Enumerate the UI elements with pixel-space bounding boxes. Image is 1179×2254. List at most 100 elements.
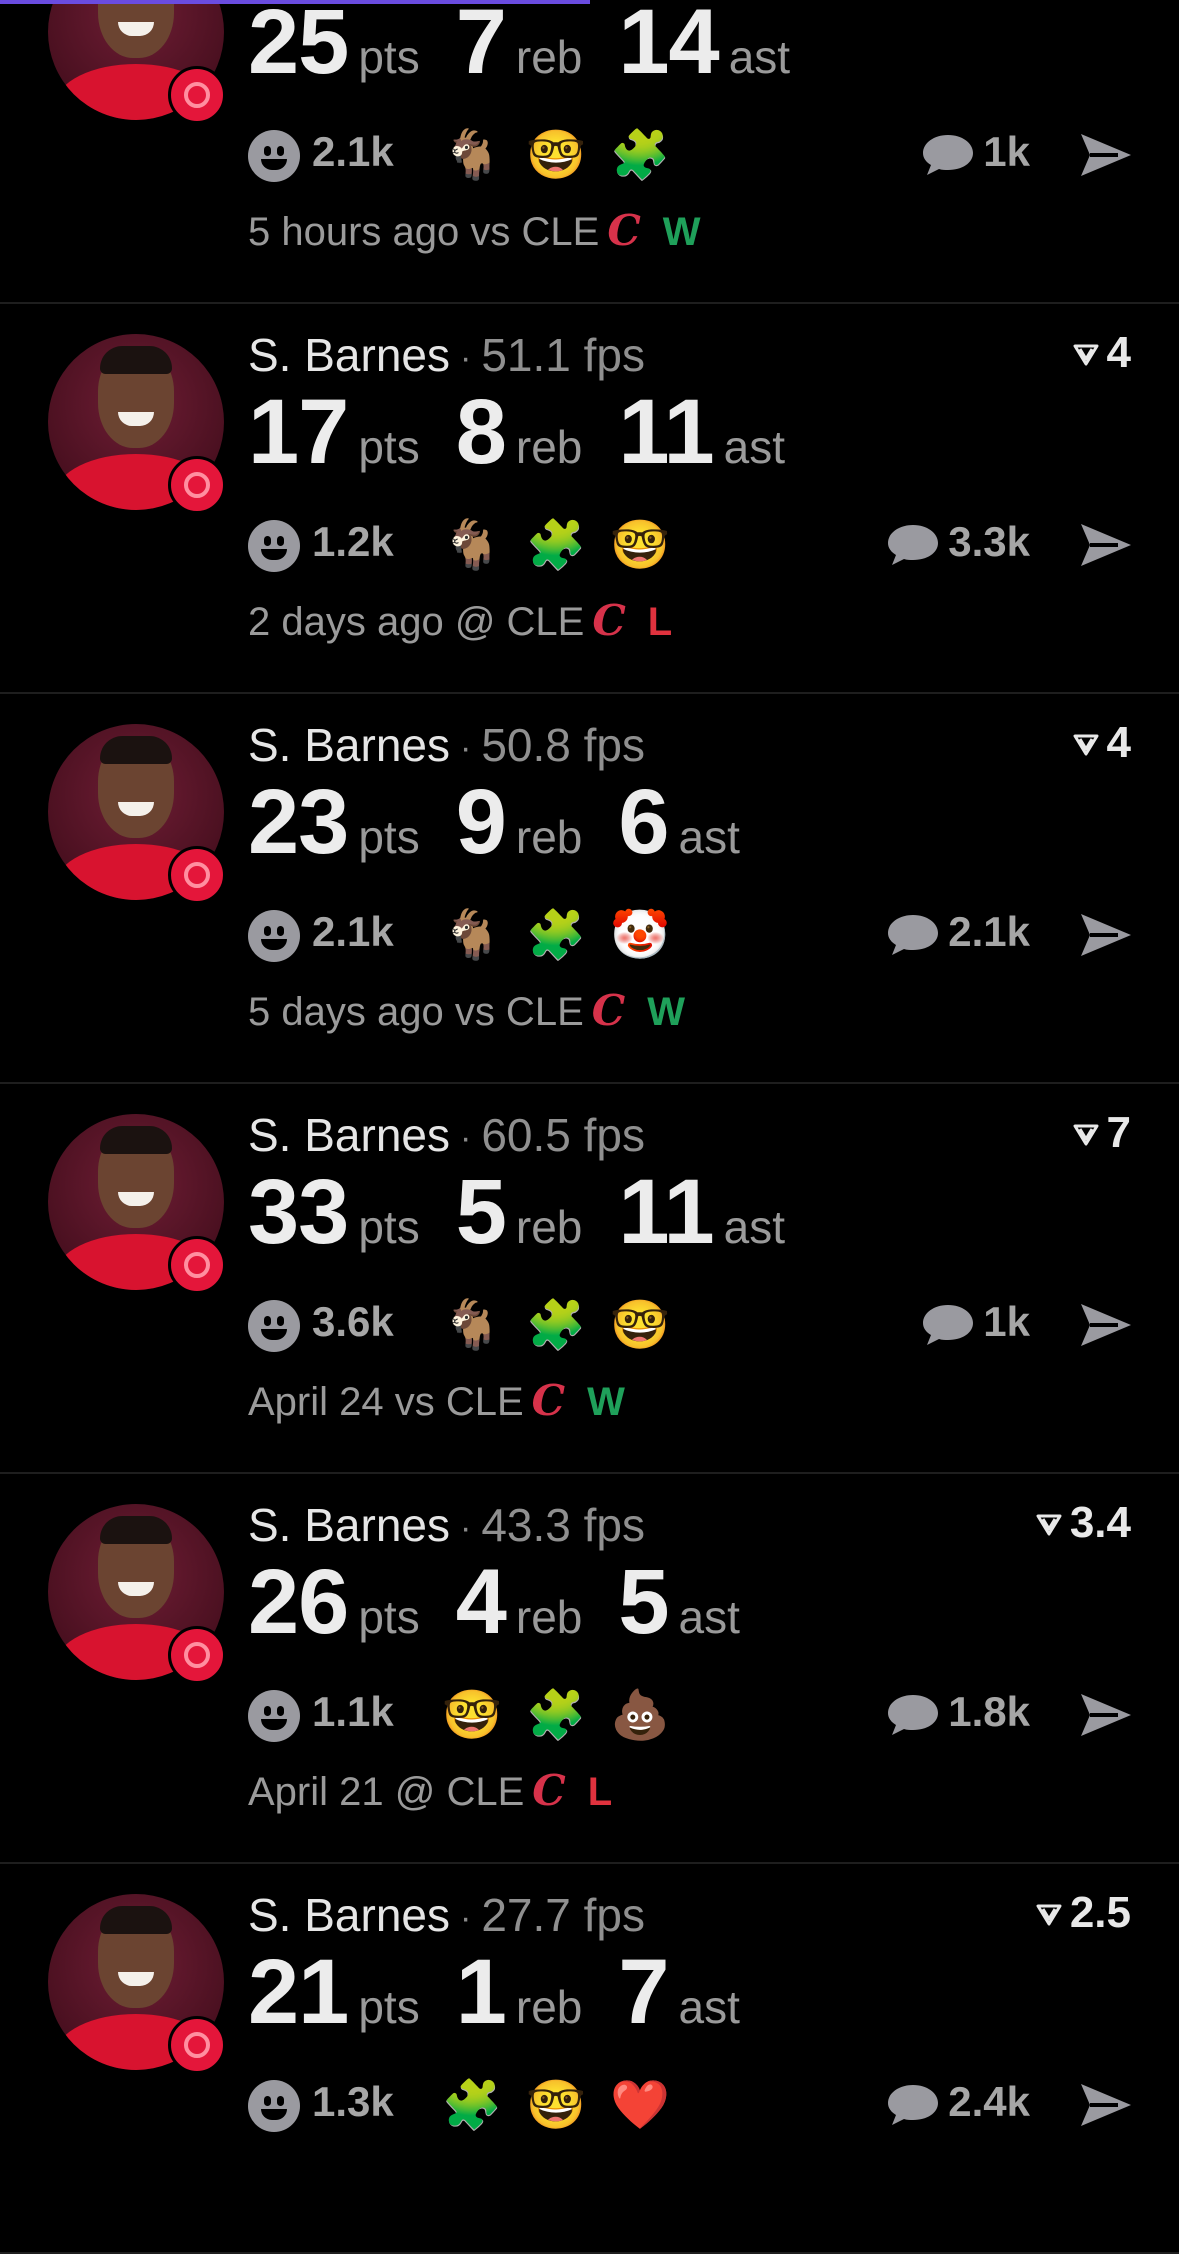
cavaliers-logo-icon: C [532, 1766, 566, 1815]
player-header: S. Barnes · 60.5 fps [248, 1108, 645, 1162]
send-icon[interactable] [1078, 520, 1134, 570]
reaction-bar: 3.6k 🐐 🧩 🤓 1k [248, 1296, 1134, 1356]
reaction-count: 2.1k [312, 908, 394, 955]
stat-unit: reb [515, 1201, 583, 1253]
send-icon[interactable] [1078, 910, 1134, 960]
rating-badge[interactable]: 4 [1073, 328, 1131, 378]
send-icon[interactable] [1078, 1300, 1134, 1350]
comments-button[interactable]: 2.4k [886, 2078, 1030, 2127]
game-post-card[interactable]: S. Barnes · 43.3 fps 3.4 26 pts 4 reb 5 ast 1.1… [0, 1474, 1179, 1864]
fantasy-points: 60.5 fps [481, 1109, 646, 1161]
stat-ast: 11 ast [618, 1160, 785, 1265]
reaction-emoji[interactable]: 🤡 [598, 906, 682, 963]
rating-badge[interactable]: 3.4 [1036, 1498, 1131, 1548]
smiley-icon[interactable] [248, 130, 300, 182]
smiley-icon[interactable] [248, 1690, 300, 1742]
reaction-emoji[interactable]: 🤓 [514, 2076, 598, 2133]
comments-button[interactable]: 1k [921, 1298, 1030, 1347]
reaction-emoji[interactable]: 🐐 [430, 126, 514, 183]
separator-dot: · [460, 1899, 472, 1938]
reaction-emojis[interactable]: 🤓 🧩 💩 [430, 1686, 682, 1743]
reaction-emoji[interactable]: 🧩 [598, 126, 682, 183]
game-post-card[interactable]: S. Barnes · 27.7 fps 2.5 21 pts 1 reb 7 ast 1.3… [0, 1864, 1179, 2254]
rating-badge[interactable]: 7 [1073, 1108, 1131, 1158]
stat-value: 11 [618, 381, 714, 483]
game-post-card[interactable]: S. Barnes · 60.5 fps 7 33 pts 5 reb 11 ast 3.6k… [0, 1084, 1179, 1474]
raptors-logo-icon [168, 1236, 226, 1294]
reaction-emoji[interactable]: 🐐 [430, 906, 514, 963]
reaction-emoji[interactable]: 🤓 [598, 1296, 682, 1353]
progress-bar [0, 0, 590, 4]
game-post-card[interactable]: S. Barnes · 50.8 fps 4 23 pts 9 reb 6 ast 2.1k … [0, 694, 1179, 1084]
reaction-emoji[interactable]: 🧩 [514, 516, 598, 573]
game-result: L [587, 1770, 613, 1814]
reaction-emoji[interactable]: 🧩 [514, 906, 598, 963]
cavaliers-logo-icon: C [591, 986, 626, 1035]
comment-count: 1.8k [948, 1688, 1030, 1735]
stat-value: 8 [455, 381, 507, 483]
reaction-emoji[interactable]: 💩 [598, 1686, 682, 1743]
reaction-count: 2.1k [312, 128, 394, 175]
stat-value: 5 [455, 1161, 507, 1263]
smiley-icon[interactable] [248, 1300, 300, 1352]
comment-count: 2.1k [948, 908, 1030, 955]
reaction-count: 1.3k [312, 2078, 394, 2125]
smiley-icon[interactable] [248, 910, 300, 962]
stat-unit: ast [678, 1591, 740, 1643]
comments-button[interactable]: 1.8k [886, 1688, 1030, 1737]
raptors-logo-icon [168, 66, 226, 124]
send-icon[interactable] [1078, 1690, 1134, 1740]
reaction-emoji[interactable]: ❤️ [598, 2076, 682, 2133]
rating-value: 4 [1106, 718, 1131, 767]
send-icon[interactable] [1078, 2080, 1134, 2130]
reaction-emojis[interactable]: 🐐 🤓 🧩 [430, 126, 682, 183]
player-name[interactable]: S. Barnes [248, 1889, 450, 1941]
comments-button[interactable]: 1k [921, 128, 1030, 177]
reaction-emoji[interactable]: 🤓 [598, 516, 682, 573]
rating-badge[interactable]: 2.5 [1036, 1888, 1131, 1938]
reaction-emojis[interactable]: 🧩 🤓 ❤️ [430, 2076, 682, 2133]
reaction-emoji[interactable]: 🐐 [430, 516, 514, 573]
reaction-emojis[interactable]: 🐐 🧩 🤡 [430, 906, 682, 963]
game-post-card[interactable]: S. Barnes · 51.1 fps 4 17 pts 8 reb 11 ast 1.2k… [0, 304, 1179, 694]
reaction-emojis[interactable]: 🐐 🧩 🤓 [430, 1296, 682, 1353]
reaction-emoji[interactable]: 🧩 [514, 1686, 598, 1743]
game-time: April 21 @ CLE [248, 1770, 525, 1814]
stat-pts: 33 pts [248, 1160, 420, 1265]
stat-value: 17 [248, 381, 349, 483]
player-name[interactable]: S. Barnes [248, 1109, 450, 1161]
reaction-emoji[interactable]: 🧩 [514, 1296, 598, 1353]
raptors-logo-icon [168, 2016, 226, 2074]
reaction-bar: 1.3k 🧩 🤓 ❤️ 2.4k [248, 2076, 1134, 2136]
stat-value: 7 [618, 1941, 669, 2043]
stat-line: 33 pts 5 reb 11 ast [248, 1160, 821, 1265]
cavaliers-logo-icon: C [607, 206, 641, 255]
fantasy-points: 27.7 fps [481, 1889, 646, 1941]
smiley-icon[interactable] [248, 520, 300, 572]
triangle-flag-icon [1073, 734, 1099, 756]
comments-button[interactable]: 3.3k [886, 518, 1030, 567]
game-post-card[interactable]: · 25pts7reb14ast 2.1k 🐐🤓🧩 1k 5 hours [0, 0, 1179, 304]
reaction-emoji[interactable]: 🐐 [430, 1296, 514, 1353]
smiley-icon[interactable] [248, 2080, 300, 2132]
reaction-emoji[interactable]: 🤓 [430, 1686, 514, 1743]
stat-value: 21 [248, 1941, 349, 2043]
stat-value: 11 [618, 1161, 714, 1263]
player-name[interactable]: S. Barnes [248, 1499, 450, 1551]
stat-reb: 7 reb [456, 0, 583, 95]
game-meta: 2 days ago @ CLE C L [248, 596, 672, 645]
game-meta: April 24 vs CLE C W [248, 1376, 625, 1425]
reaction-emojis[interactable]: 🐐 🧩 🤓 [430, 516, 682, 573]
reaction-emoji[interactable]: 🧩 [430, 2076, 514, 2133]
player-name[interactable]: S. Barnes [248, 719, 450, 771]
stat-value: 23 [248, 771, 349, 873]
stat-value: 5 [618, 1551, 669, 1653]
stat-pts: 21 pts [248, 1940, 420, 2045]
game-time: 2 days ago @ CLE [248, 600, 585, 644]
player-name[interactable]: S. Barnes [248, 329, 450, 381]
reaction-emoji[interactable]: 🤓 [514, 126, 598, 183]
rating-badge[interactable]: 4 [1073, 718, 1131, 768]
send-icon[interactable] [1078, 130, 1134, 180]
speech-bubble-icon [888, 2084, 939, 2125]
comments-button[interactable]: 2.1k [886, 908, 1030, 957]
